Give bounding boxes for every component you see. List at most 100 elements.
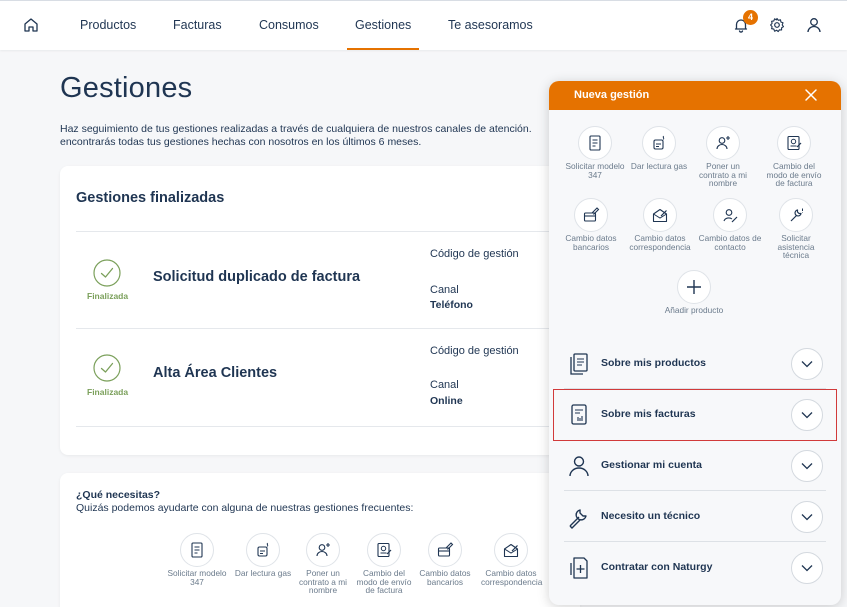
finished-requests-heading: Gestiones finalizadas [76,190,225,206]
request-channel-value: Teléfono [430,299,473,311]
contract-add-icon [570,557,588,579]
frequent-action-datos-correspondencia[interactable]: Cambio datos correspondencia [481,533,543,587]
section-label: Sobre mis productos [601,357,707,369]
frequent-action-label: Cambio datos correspondencia [481,568,543,587]
expand-button[interactable] [791,450,823,482]
chevron-down-icon [801,565,813,572]
request-code-label: Código de gestión [430,345,519,357]
nav-item-productos[interactable]: Productos [80,18,136,32]
nav-item-te-asesoramos[interactable]: Te asesoramos [448,18,533,32]
divider [564,541,826,542]
new-request-panel: Nueva gestión Solicitar modelo 347 Dar l… [549,81,841,605]
gas-meter-icon [653,135,665,150]
home-icon[interactable] [22,16,40,34]
request-title[interactable]: Alta Área Clientes [153,365,277,381]
expand-button[interactable] [791,399,823,431]
mail-edit-icon [652,208,668,223]
action-label: Cambio datos bancarios [565,233,617,252]
chevron-down-icon [801,463,813,470]
bank-card-edit-icon [583,207,600,222]
frequent-action-label: Poner un contrato a mi nombre [299,568,347,596]
section-label: Necesito un técnico [601,510,701,522]
page-title: Gestiones [60,72,193,104]
frequent-action-label: Solicitar modelo 347 [167,568,227,587]
action-label: Solicitar asistencia técnica [777,233,815,261]
user-add-icon [716,136,730,150]
frequent-action-label: Cambio del modo de envío de factura [356,568,412,596]
divider [76,328,580,329]
action-lectura-gas[interactable]: Dar lectura gas [627,126,691,171]
frequent-action-label: Dar lectura gas [234,568,292,578]
divider [564,490,826,491]
panel-title: Nueva gestión [574,89,650,101]
action-datos-correspondencia[interactable]: Cambio datos correspondencia [628,198,692,251]
description-line-1: Haz seguimiento de tus gestiones realiza… [60,123,532,135]
request-code-label: Código de gestión [430,248,519,260]
description-line-2: encontrarás todas tus gestiones hechas c… [60,136,422,148]
finished-requests-card: Gestiones finalizadas Finalizada Solicit… [60,166,580,455]
action-label: Poner un contrato a mi nombre [699,161,747,189]
invoice-send-icon [787,135,802,151]
document-347-icon [191,542,203,558]
frequent-action-modelo-347[interactable]: Solicitar modelo 347 [167,533,227,586]
expand-button[interactable] [791,501,823,533]
action-datos-contacto[interactable]: Cambio datos de contacto [698,198,762,251]
chevron-down-icon [801,514,813,521]
frequent-requests-card: ¿Qué necesitas? Quizás podemos ayudarte … [60,473,580,607]
action-datos-bancarios[interactable]: Cambio datos bancarios [559,198,623,251]
request-title[interactable]: Solicitud duplicado de factura [153,269,360,285]
action-anadir-producto[interactable]: Añadir producto [662,270,726,315]
request-channel-label: Canal [430,284,459,296]
action-label: Dar lectura gas [630,161,688,171]
request-channel-label: Canal [430,379,459,391]
section-sobre-mis-productos[interactable]: Sobre mis productos [554,339,836,389]
action-label: Solicitar modelo 347 [565,161,625,180]
action-contrato-nombre[interactable]: Poner un contrato a mi nombre [691,126,755,188]
frequent-action-contrato-nombre[interactable]: Poner un contrato a mi nombre [293,533,353,595]
user-icon[interactable] [805,16,823,34]
frequent-action-label: Cambio datos bancarios [419,568,471,587]
action-label: Cambio datos de contacto [698,233,762,252]
section-label: Contratar con Naturgy [601,561,713,573]
contact-edit-icon [723,209,738,223]
document-347-icon [589,135,601,151]
panel-header: Nueva gestión [549,81,841,110]
status-badge: Finalizada [87,291,129,301]
action-modelo-347[interactable]: Solicitar modelo 347 [563,126,627,179]
check-circle-icon [93,259,121,287]
action-label: Cambio datos correspondencia [629,233,691,252]
action-label: Añadir producto [664,305,724,315]
section-necesito-un-tecnico[interactable]: Necesito un técnico [554,492,836,542]
documents-icon [570,353,588,375]
section-contratar-con-naturgy[interactable]: Contratar con Naturgy [554,543,836,593]
frequent-action-datos-bancarios[interactable]: Cambio datos bancarios [415,533,475,586]
gas-meter-icon [257,542,269,557]
invoice-send-icon [377,542,392,558]
top-navigation: Productos Facturas Consumos Gestiones Te… [0,0,847,50]
gear-icon[interactable] [768,16,786,34]
frequent-action-modo-envio[interactable]: Cambio del modo de envío de factura [354,533,414,595]
nav-item-gestiones[interactable]: Gestiones [346,18,420,50]
needs-subtitle: Quizás podemos ayudarte con alguna de nu… [76,502,414,514]
divider [76,426,580,427]
section-label: Gestionar mi cuenta [601,459,702,471]
close-icon[interactable] [804,88,818,102]
section-gestionar-mi-cuenta[interactable]: Gestionar mi cuenta [554,441,836,491]
divider [564,388,826,389]
bank-card-edit-icon [437,542,454,557]
nav-item-facturas[interactable]: Facturas [173,18,222,32]
action-asistencia-tecnica[interactable]: Solicitar asistencia técnica [764,198,828,260]
invoice-icon [571,404,587,425]
wrench-icon [790,208,803,222]
section-label: Sobre mis facturas [601,408,696,420]
mail-edit-icon [503,543,519,558]
section-sobre-mis-facturas[interactable]: Sobre mis facturas [553,389,837,441]
frequent-action-lectura-gas[interactable]: Dar lectura gas [233,533,293,578]
divider [76,231,580,232]
action-modo-envio[interactable]: Cambio del modo de envío de factura [762,126,826,188]
expand-button[interactable] [791,552,823,584]
nav-item-consumos[interactable]: Consumos [259,18,319,32]
expand-button[interactable] [791,348,823,380]
action-label: Cambio del modo de envío de factura [766,161,822,189]
chevron-down-icon [801,412,813,419]
